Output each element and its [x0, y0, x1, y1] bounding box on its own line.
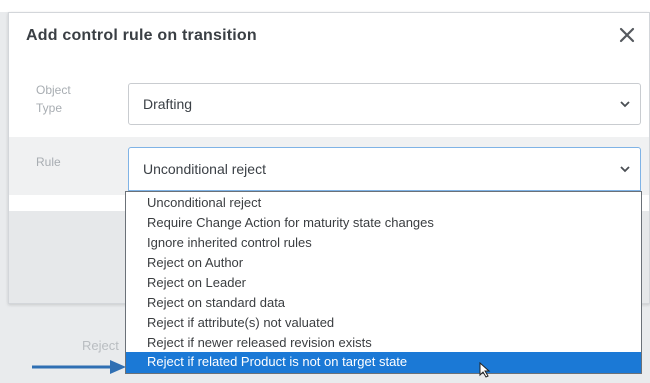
mouse-cursor-icon — [479, 362, 491, 378]
chevron-down-icon — [620, 166, 630, 173]
rule-option[interactable]: Require Change Action for maturity state… — [126, 213, 641, 233]
rule-dropdown-list: Unconditional reject Require Change Acti… — [125, 191, 642, 374]
rule-option[interactable]: Reject on standard data — [126, 293, 641, 313]
backdrop-top — [0, 0, 650, 12]
rule-select[interactable]: Unconditional reject — [128, 147, 641, 191]
rule-option[interactable]: Reject on Author — [126, 253, 641, 273]
rule-row: Rule Unconditional reject — [9, 137, 649, 195]
rule-label: Rule — [36, 155, 61, 169]
form-area: Object Type Drafting Rule Unconditional … — [9, 61, 649, 211]
chevron-down-icon — [620, 101, 630, 108]
arrow-right-icon — [32, 360, 126, 374]
rule-option[interactable]: Reject on Leader — [126, 273, 641, 293]
rule-option[interactable]: Ignore inherited control rules — [126, 233, 641, 253]
object-type-value: Drafting — [143, 96, 193, 112]
rule-value: Unconditional reject — [143, 161, 266, 177]
background-label: Reject — [82, 338, 119, 353]
rule-option-selected[interactable]: Reject if related Product is not on targ… — [126, 352, 641, 373]
rule-option[interactable]: Reject if newer released revision exists — [126, 333, 641, 353]
dialog-title: Add control rule on transition — [26, 27, 257, 44]
rule-option[interactable]: Unconditional reject — [126, 193, 641, 213]
object-type-label: Object Type — [36, 83, 71, 115]
close-icon[interactable] — [613, 21, 641, 49]
dialog-header: Add control rule on transition — [9, 13, 649, 62]
rule-option[interactable]: Reject if attribute(s) not valuated — [126, 313, 641, 333]
object-type-select[interactable]: Drafting — [128, 83, 641, 125]
